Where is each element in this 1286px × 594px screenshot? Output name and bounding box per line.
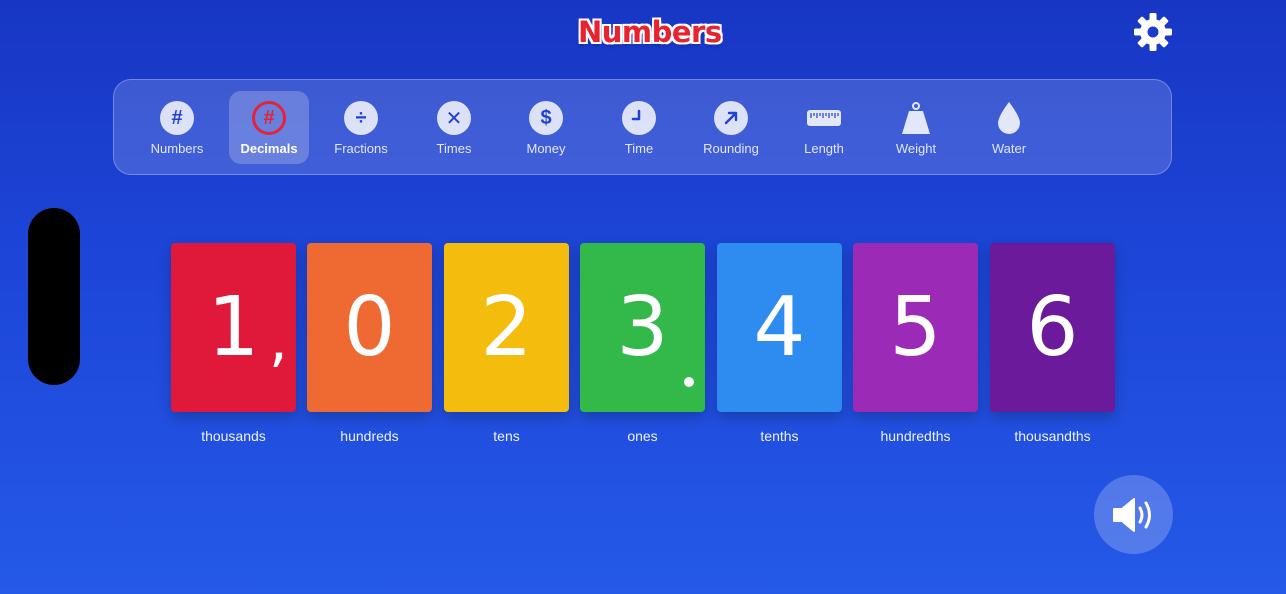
app-logo: Numbers bbox=[578, 12, 722, 52]
tab-label: Fractions bbox=[334, 141, 388, 156]
digit-card-tens[interactable]: 2 bbox=[444, 243, 569, 412]
digit: 4 bbox=[753, 279, 806, 375]
digit: 3 bbox=[616, 279, 669, 375]
decimal-point bbox=[684, 377, 694, 387]
digit-card-thousands[interactable]: 1 , bbox=[171, 243, 296, 412]
place-label-thousandths: thousandths bbox=[1014, 428, 1091, 444]
category-toolbar: # Numbers # Decimals ÷ Fractions ✕ Times… bbox=[113, 79, 1172, 175]
hash-icon: # bbox=[252, 101, 286, 135]
thousands-separator: , bbox=[268, 305, 288, 375]
ruler-icon bbox=[807, 101, 841, 135]
times-icon: ✕ bbox=[437, 101, 471, 135]
tab-label: Time bbox=[624, 141, 654, 156]
tab-rounding[interactable]: Rounding bbox=[691, 91, 771, 164]
tab-length[interactable]: Length bbox=[784, 91, 864, 164]
tab-label: Decimals bbox=[240, 141, 298, 156]
tab-label: Water bbox=[991, 141, 1027, 156]
tab-label: Weight bbox=[895, 141, 937, 156]
digit: 2 bbox=[480, 279, 533, 375]
tab-label: Length bbox=[804, 141, 844, 156]
digit-card-hundreds[interactable]: 0 bbox=[307, 243, 432, 412]
weight-icon bbox=[899, 101, 933, 135]
place-label-tenths: tenths bbox=[760, 428, 799, 444]
place-label-tens: tens bbox=[493, 428, 520, 444]
tab-weight[interactable]: Weight bbox=[876, 91, 956, 164]
tab-fractions[interactable]: ÷ Fractions bbox=[321, 91, 401, 164]
logo-text: Numbers bbox=[578, 15, 722, 49]
place-label-thousands: thousands bbox=[201, 428, 266, 444]
divide-icon: ÷ bbox=[344, 101, 378, 135]
place-label-hundreds: hundreds bbox=[340, 428, 399, 444]
digit: 5 bbox=[889, 279, 942, 375]
digit: 6 bbox=[1026, 279, 1079, 375]
dollar-icon: $ bbox=[529, 101, 563, 135]
digit-card-tenths[interactable]: 4 bbox=[717, 243, 842, 412]
tab-water[interactable]: Water bbox=[969, 91, 1049, 164]
digit: 1 bbox=[207, 279, 260, 375]
digit-card-hundredths[interactable]: 5 bbox=[853, 243, 978, 412]
tab-label: Numbers bbox=[150, 141, 204, 156]
tab-money[interactable]: $ Money bbox=[506, 91, 586, 164]
gear-icon[interactable] bbox=[1131, 10, 1175, 54]
digit: 0 bbox=[343, 279, 396, 375]
tab-times[interactable]: ✕ Times bbox=[414, 91, 494, 164]
tab-numbers[interactable]: # Numbers bbox=[137, 91, 217, 164]
side-handle bbox=[28, 208, 80, 385]
tab-time[interactable]: Time bbox=[599, 91, 679, 164]
arrow-up-right-icon bbox=[714, 101, 748, 135]
tab-label: Money bbox=[526, 141, 566, 156]
digit-card-ones[interactable]: 3 bbox=[580, 243, 705, 412]
place-label-hundredths: hundredths bbox=[880, 428, 951, 444]
sound-button[interactable] bbox=[1094, 475, 1173, 554]
digit-card-thousandths[interactable]: 6 bbox=[990, 243, 1115, 412]
tab-decimals[interactable]: # Decimals bbox=[229, 91, 309, 164]
clock-icon bbox=[622, 101, 656, 135]
water-drop-icon bbox=[992, 101, 1026, 135]
hash-icon: # bbox=[160, 101, 194, 135]
speaker-icon bbox=[1112, 497, 1151, 532]
tab-label: Rounding bbox=[703, 141, 759, 156]
tab-label: Times bbox=[436, 141, 472, 156]
place-label-ones: ones bbox=[627, 428, 658, 444]
